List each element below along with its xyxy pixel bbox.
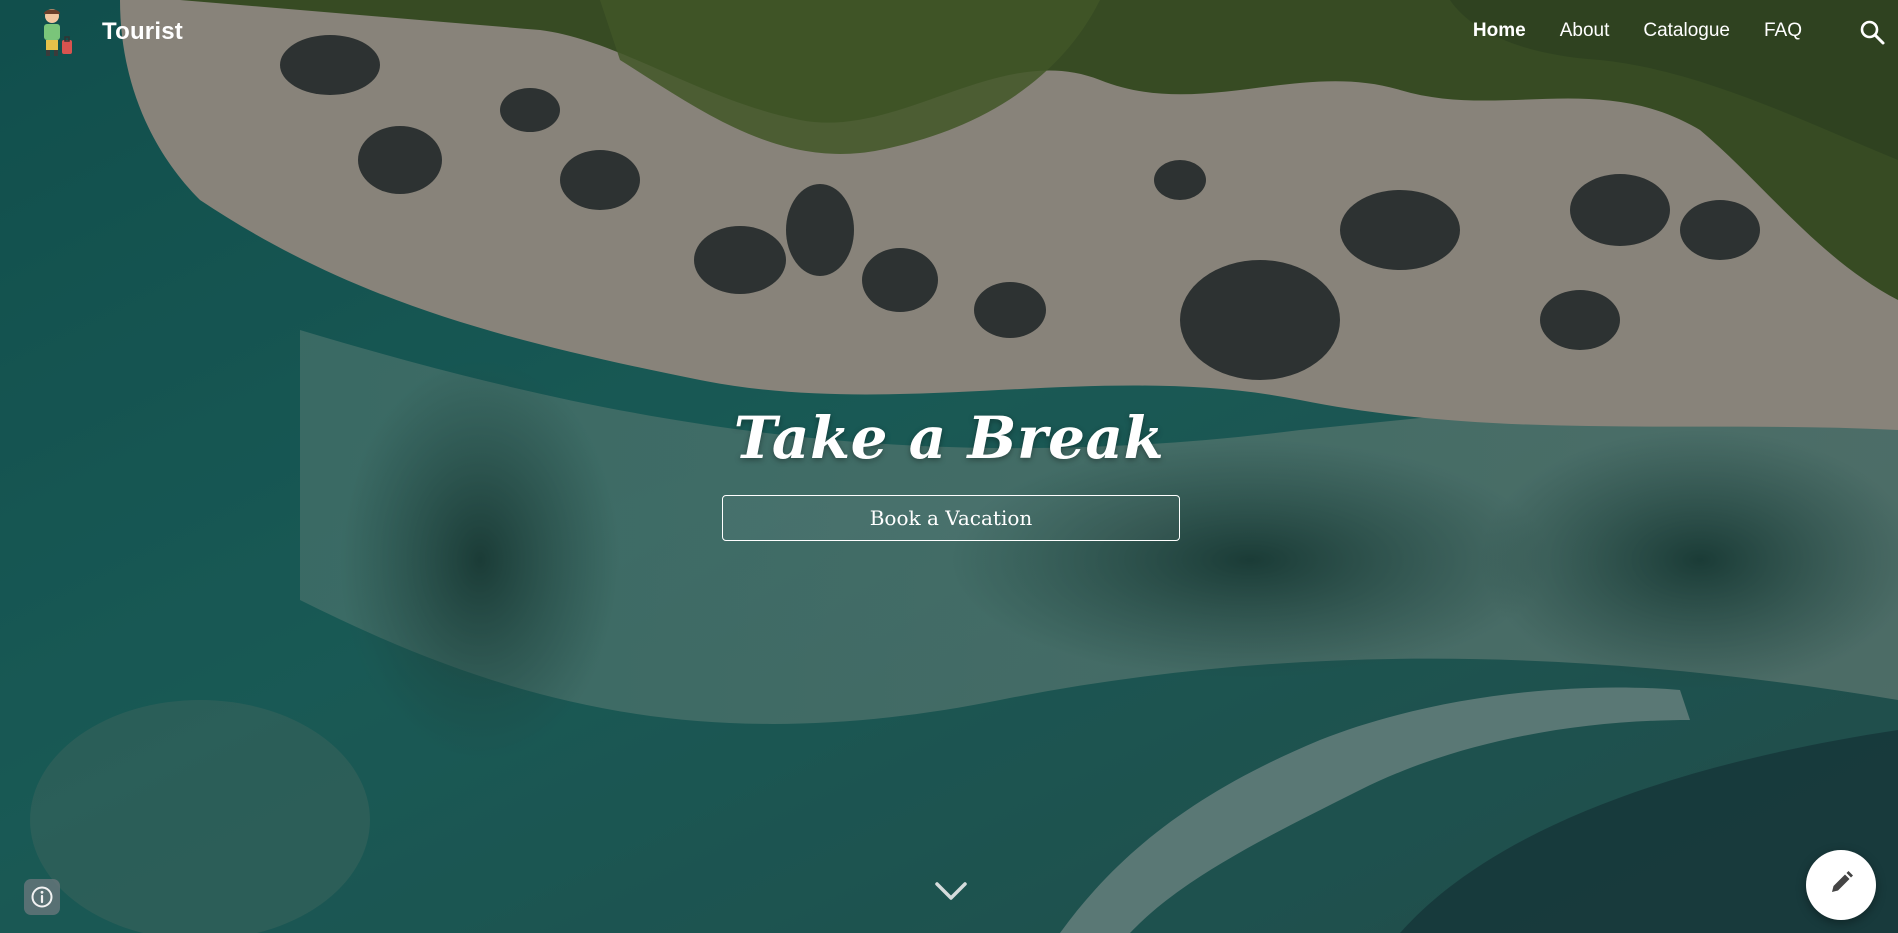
book-vacation-button[interactable]: Book a Vacation	[722, 495, 1180, 541]
chevron-down-icon[interactable]	[932, 878, 970, 904]
search-icon[interactable]	[1858, 18, 1886, 46]
site-header: Tourist Home About Catalogue FAQ	[0, 0, 1898, 64]
nav-item-catalogue[interactable]: Catalogue	[1643, 20, 1730, 42]
edit-button[interactable]	[1806, 850, 1876, 920]
site-title[interactable]: Tourist	[102, 18, 183, 46]
pencil-icon	[1828, 870, 1854, 901]
nav-item-about[interactable]: About	[1560, 20, 1610, 42]
main-nav: Home About Catalogue FAQ	[1473, 20, 1802, 42]
hero-title: Take a Break	[733, 404, 1165, 472]
tourist-with-suitcase-icon[interactable]	[36, 6, 76, 58]
nav-item-faq[interactable]: FAQ	[1764, 20, 1802, 42]
info-icon[interactable]	[24, 879, 60, 915]
nav-item-home[interactable]: Home	[1473, 20, 1526, 42]
